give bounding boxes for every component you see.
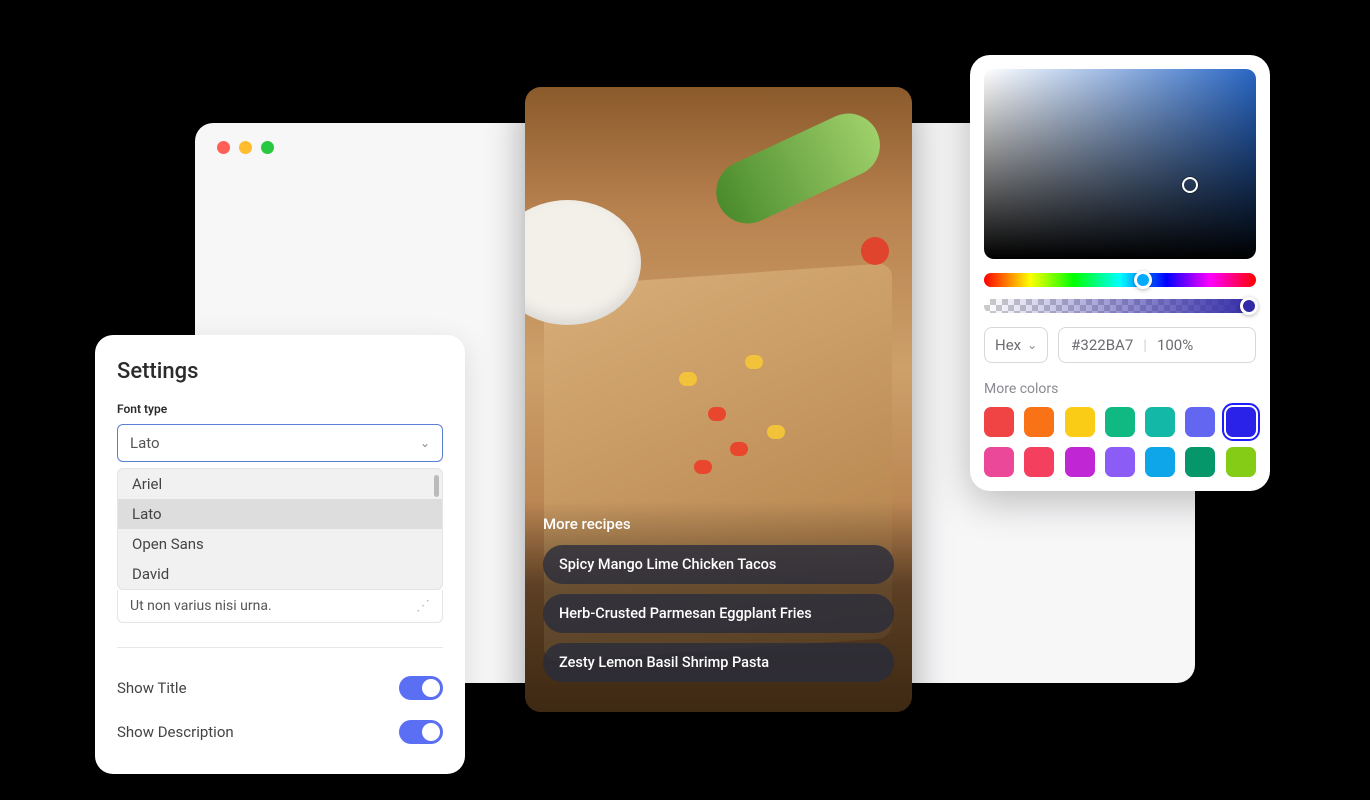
color-cursor[interactable] <box>1182 177 1198 193</box>
toggle-switch[interactable] <box>399 720 443 744</box>
color-gradient[interactable] <box>984 69 1256 259</box>
color-swatch[interactable] <box>1145 447 1175 477</box>
color-swatch[interactable] <box>1185 407 1215 437</box>
color-picker-panel: Hex ⌄ #322BA7 | 100% More colors <box>970 55 1270 491</box>
toggle-knob <box>422 679 440 697</box>
color-swatch[interactable] <box>1065 407 1095 437</box>
color-swatch[interactable] <box>1226 407 1256 437</box>
settings-panel: Settings Font type Lato ⌄ ArielLatoOpen … <box>95 335 465 774</box>
more-colors-label: More colors <box>984 381 1256 397</box>
resize-grip-icon[interactable]: ⋰ <box>416 598 430 614</box>
window-maximize-icon[interactable] <box>261 141 274 154</box>
color-swatch[interactable] <box>1024 447 1054 477</box>
chevron-down-icon: ⌄ <box>420 436 430 450</box>
toggle-knob <box>422 723 440 741</box>
divider <box>117 647 443 648</box>
color-swatch[interactable] <box>1185 447 1215 477</box>
recipe-pill[interactable]: Herb-Crusted Parmesan Eggplant Fries <box>543 594 894 633</box>
window-minimize-icon[interactable] <box>239 141 252 154</box>
color-swatch[interactable] <box>984 407 1014 437</box>
font-option[interactable]: Ariel <box>118 469 442 499</box>
toggle-label: Show Description <box>117 723 234 741</box>
color-format-value: Hex <box>995 336 1021 354</box>
chevron-down-icon: ⌄ <box>1027 338 1037 352</box>
color-swatch[interactable] <box>984 447 1014 477</box>
sample-text-value: Ut non varius nisi urna. <box>130 598 272 614</box>
recipe-preview: More recipes Spicy Mango Lime Chicken Ta… <box>525 87 912 712</box>
font-type-value: Lato <box>130 434 160 452</box>
color-swatch[interactable] <box>1226 447 1256 477</box>
hex-input[interactable]: #322BA7 | 100% <box>1058 327 1256 363</box>
opacity-thumb[interactable] <box>1240 297 1258 315</box>
color-swatch[interactable] <box>1105 407 1135 437</box>
toggle-switch[interactable] <box>399 676 443 700</box>
more-recipes-heading: More recipes <box>543 515 894 533</box>
scrollbar-thumb[interactable] <box>434 475 439 497</box>
settings-title: Settings <box>117 359 443 384</box>
font-type-select[interactable]: Lato ⌄ <box>117 424 443 462</box>
hue-slider[interactable] <box>984 273 1256 287</box>
toggle-label: Show Title <box>117 679 187 697</box>
opacity-slider[interactable] <box>984 299 1256 313</box>
font-option[interactable]: David <box>118 559 442 589</box>
font-type-dropdown: ArielLatoOpen SansDavid <box>117 468 443 590</box>
recipe-pill[interactable]: Spicy Mango Lime Chicken Tacos <box>543 545 894 584</box>
color-swatch[interactable] <box>1065 447 1095 477</box>
swatch-grid <box>984 407 1256 477</box>
window-close-icon[interactable] <box>217 141 230 154</box>
recipe-overlay: More recipes Spicy Mango Lime Chicken Ta… <box>525 501 912 712</box>
font-option[interactable]: Open Sans <box>118 529 442 559</box>
toggle-row: Show Title <box>117 666 443 710</box>
font-option[interactable]: Lato <box>118 499 442 529</box>
opacity-value: 100% <box>1157 336 1193 354</box>
toggle-row: Show Description <box>117 710 443 754</box>
font-type-label: Font type <box>117 402 443 416</box>
color-swatch[interactable] <box>1024 407 1054 437</box>
color-format-select[interactable]: Hex ⌄ <box>984 327 1048 363</box>
sample-text-input[interactable]: Ut non varius nisi urna. ⋰ <box>117 590 443 623</box>
separator: | <box>1143 336 1147 354</box>
color-swatch[interactable] <box>1145 407 1175 437</box>
color-swatch[interactable] <box>1105 447 1135 477</box>
recipe-pill[interactable]: Zesty Lemon Basil Shrimp Pasta <box>543 643 894 682</box>
hue-thumb[interactable] <box>1134 271 1152 289</box>
hex-value: #322BA7 <box>1071 336 1133 354</box>
